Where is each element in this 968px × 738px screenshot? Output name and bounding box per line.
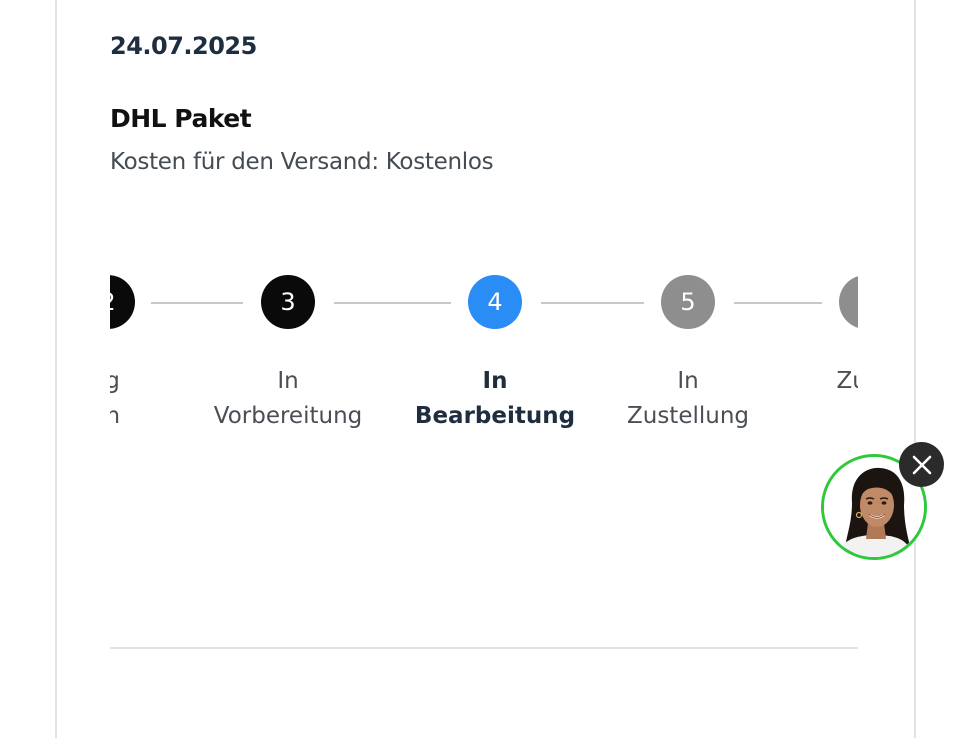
step-5-circle: 5 bbox=[661, 275, 715, 329]
step-4-circle: 4 bbox=[468, 275, 522, 329]
step-6-label: Zuge bbox=[836, 368, 858, 394]
step-connector bbox=[541, 302, 644, 304]
close-chat-widget-button[interactable] bbox=[899, 442, 944, 487]
step-6-circle bbox=[839, 275, 858, 329]
order-date: 24.07.2025 bbox=[110, 32, 257, 60]
shipping-cost: Kosten für den Versand: Kostenlos bbox=[110, 149, 494, 175]
step-connector bbox=[734, 302, 822, 304]
carrier-name: DHL Paket bbox=[110, 104, 252, 133]
order-progress-stepper: 2 3 4 5 ung lten In Vorbereitung In Bear… bbox=[110, 262, 858, 462]
step-3-circle: 3 bbox=[261, 275, 315, 329]
step-4-label: In Bearbeitung bbox=[414, 368, 576, 429]
step-connector bbox=[334, 302, 451, 304]
step-2-circle: 2 bbox=[110, 275, 135, 329]
step-connector bbox=[151, 302, 243, 304]
section-divider bbox=[110, 647, 858, 649]
step-3-label: In Vorbereitung bbox=[213, 368, 363, 429]
close-icon bbox=[912, 455, 931, 474]
